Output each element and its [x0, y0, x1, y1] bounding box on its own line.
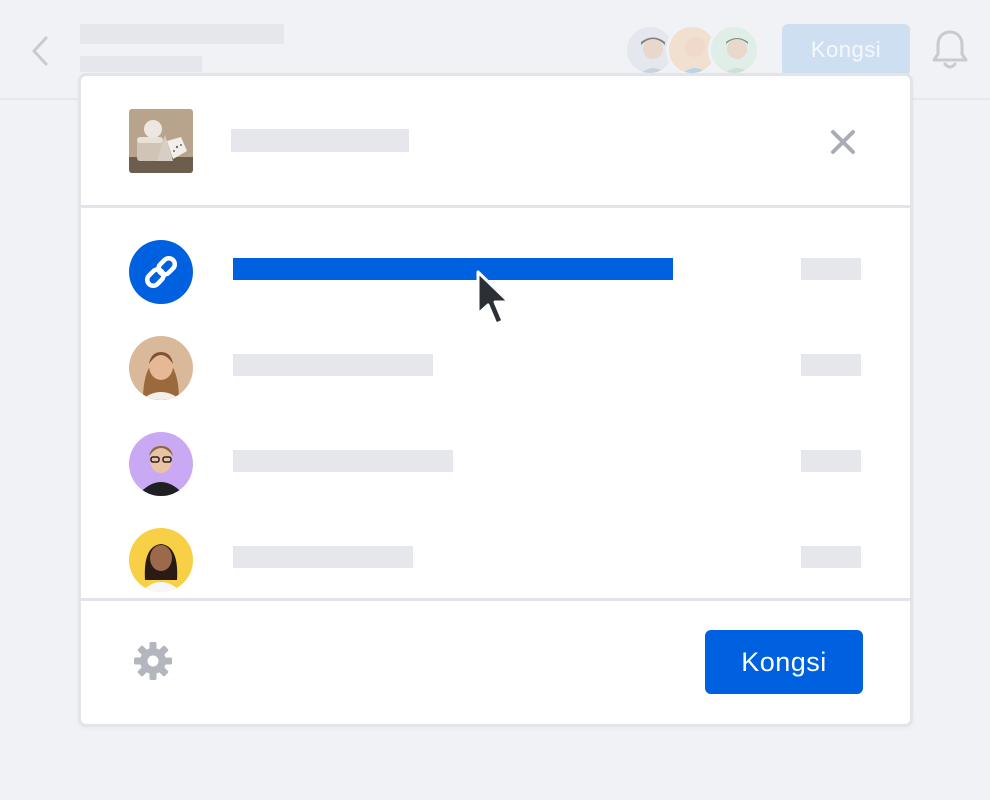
- bell-icon[interactable]: [930, 28, 970, 72]
- dialog-header: [81, 76, 910, 208]
- permission-placeholder[interactable]: [801, 546, 861, 568]
- close-icon[interactable]: [829, 128, 857, 156]
- member-name-placeholder: [233, 354, 433, 376]
- link-icon: [129, 240, 193, 304]
- file-thumbnail: [129, 109, 193, 173]
- permission-placeholder[interactable]: [801, 258, 861, 280]
- member-row[interactable]: [81, 336, 910, 400]
- permission-placeholder[interactable]: [801, 354, 861, 376]
- file-meta-placeholder: [80, 56, 202, 72]
- member-row[interactable]: [81, 528, 910, 592]
- gear-icon[interactable]: [133, 641, 173, 681]
- share-button[interactable]: Kongsi: [705, 630, 863, 694]
- avatar: [129, 336, 193, 400]
- member-name-placeholder: [233, 450, 453, 472]
- mouse-cursor-icon: [476, 270, 511, 326]
- header-share-button[interactable]: Kongsi: [782, 24, 910, 76]
- collaborator-avatar[interactable]: [708, 24, 760, 76]
- chevron-left-icon[interactable]: [28, 34, 56, 68]
- share-dialog: Kongsi: [78, 73, 913, 727]
- avatar: [129, 432, 193, 496]
- member-row[interactable]: [81, 432, 910, 496]
- avatar: [129, 528, 193, 592]
- dialog-footer: Kongsi: [81, 598, 910, 724]
- file-name-placeholder: [80, 24, 284, 44]
- permission-placeholder[interactable]: [801, 450, 861, 472]
- member-name-placeholder: [233, 546, 413, 568]
- dialog-title-placeholder: [231, 129, 409, 152]
- share-link-highlight[interactable]: [233, 258, 673, 280]
